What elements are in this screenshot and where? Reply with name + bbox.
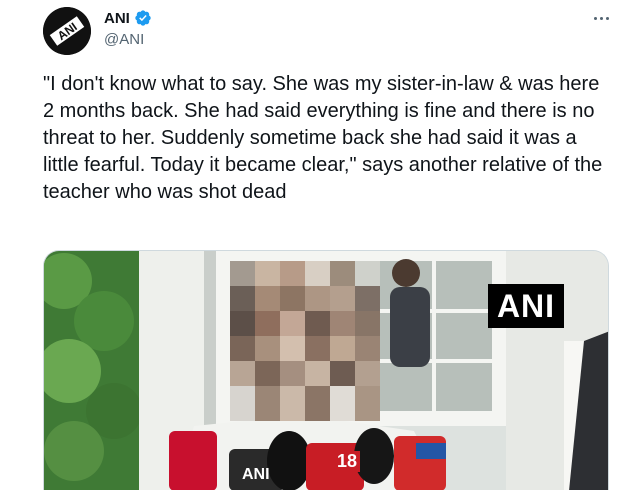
verified-badge-icon xyxy=(134,9,152,27)
author-display-name[interactable]: ANI xyxy=(104,10,130,27)
more-dot xyxy=(599,16,603,20)
ani-logo-icon: ANI xyxy=(43,7,91,55)
pixelated-face xyxy=(230,261,380,421)
author-handle[interactable]: @ANI xyxy=(104,31,144,48)
mic-label-ani: ANI xyxy=(242,466,270,483)
tweet-media-video[interactable]: ANI 18 ANI xyxy=(43,250,609,490)
tweet-text: "I don't know what to say. She was my si… xyxy=(43,73,603,203)
author-name-row: ANI xyxy=(104,9,152,27)
author-avatar[interactable]: ANI xyxy=(43,7,91,55)
more-options-button[interactable] xyxy=(590,10,612,26)
more-dot xyxy=(593,16,597,20)
more-dot xyxy=(605,16,609,20)
video-watermark: ANI xyxy=(488,284,564,328)
tweet-card: ANI ANI @ANI "I don't know what to say. … xyxy=(0,0,643,490)
mic-label-18: 18 xyxy=(334,451,361,472)
